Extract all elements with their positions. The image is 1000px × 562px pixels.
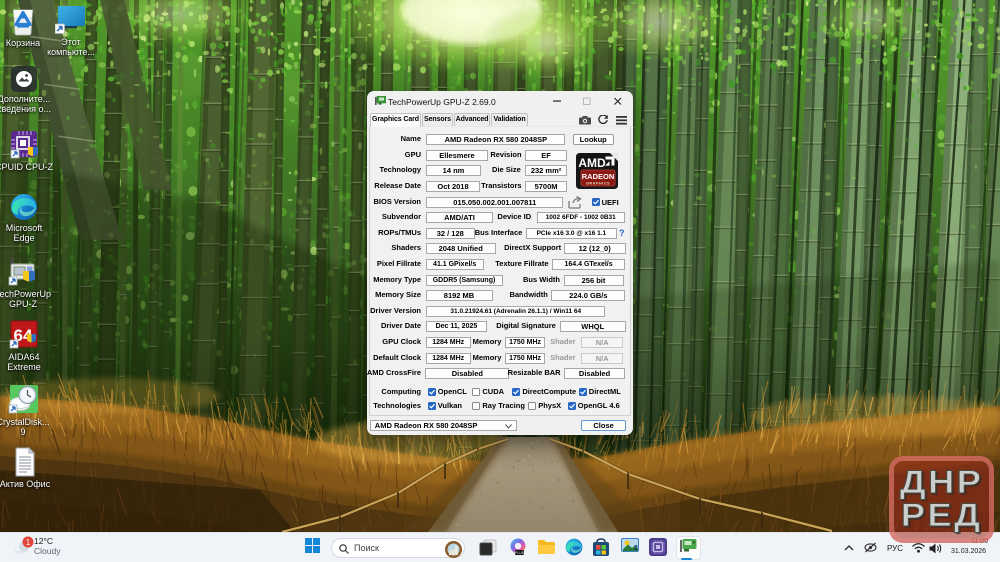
svg-text:1: 1 (26, 538, 31, 547)
svg-text:GRAPHICS: GRAPHICS (585, 182, 609, 186)
svg-text:2: 2 (634, 545, 638, 552)
svg-text:AMD: AMD (578, 156, 606, 170)
svg-text:PLUS: PLUS (515, 551, 525, 555)
svg-text:RADEON: RADEON (581, 172, 614, 181)
